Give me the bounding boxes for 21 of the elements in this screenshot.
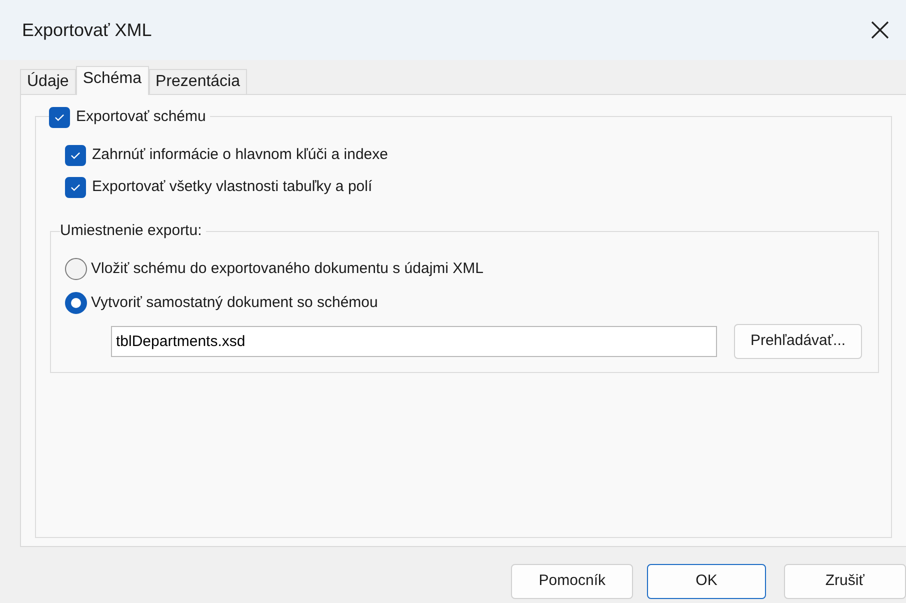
radio-label: Vytvoriť samostatný dokument so schémou bbox=[91, 292, 378, 313]
radio-button[interactable] bbox=[65, 258, 87, 280]
dialog-button[interactable]: Pomocník bbox=[511, 564, 634, 599]
checkbox[interactable] bbox=[65, 176, 86, 198]
radio-label: Vložiť schému do exportovaného dokumentu s údajmi XML bbox=[91, 258, 484, 279]
window-title: Exportovať XML bbox=[22, 18, 152, 42]
checkbox-label: Zahrnúť informácie o hlavnom kľúči a indexe bbox=[92, 144, 388, 165]
tab[interactable]: Prezentácia bbox=[148, 69, 248, 94]
browse-button[interactable]: Prehľadávať... bbox=[734, 324, 862, 359]
dialog-button[interactable]: OK bbox=[647, 564, 766, 599]
radio-button[interactable] bbox=[65, 292, 87, 314]
checkbox-label: Exportovať schému bbox=[76, 107, 206, 127]
checkbox-label: Exportovať všetky vlastnosti tabuľky a polí bbox=[92, 176, 372, 197]
checkbox[interactable] bbox=[49, 106, 70, 128]
dialog-button[interactable]: Zrušiť bbox=[784, 564, 906, 599]
checkbox[interactable] bbox=[65, 144, 86, 166]
tab[interactable]: Schéma bbox=[76, 66, 149, 95]
group-label: Umiestnenie exportu: bbox=[60, 222, 206, 240]
close-icon[interactable] bbox=[870, 20, 890, 40]
file-name-field[interactable]: tblDepartments.xsd bbox=[111, 326, 717, 357]
tab[interactable]: Údaje bbox=[20, 69, 76, 94]
